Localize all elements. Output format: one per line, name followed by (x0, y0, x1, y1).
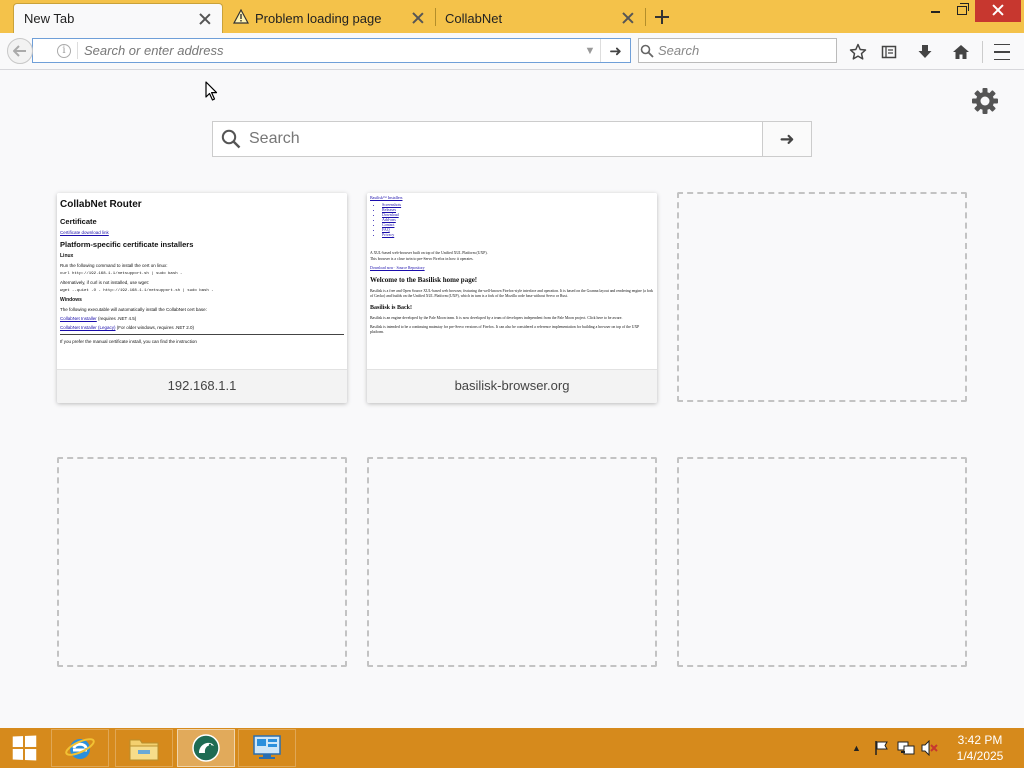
taskbar: ▲ 3:42 PM 1/4/2025 (0, 728, 1024, 768)
thumb-link: Basilisk™ Installers (370, 195, 403, 200)
file-explorer-icon (129, 739, 159, 761)
tab-close-icon[interactable] (621, 11, 635, 25)
thumb-code: curl http://192.168.1.1/netsupport.sh | … (60, 272, 183, 276)
navigation-toolbar: i ▼ ➜ (0, 33, 1024, 70)
search-icon (639, 44, 654, 58)
newtab-search-input[interactable] (249, 122, 762, 156)
empty-tile-slot (677, 192, 967, 402)
thumb-heading: Linux (60, 253, 74, 259)
tab-label: CollabNet (445, 10, 503, 26)
thumb-text: (For older windows, requires .NET 2.0) (116, 325, 194, 330)
basilisk-icon (192, 734, 220, 762)
mouse-cursor-icon (205, 81, 219, 101)
tab-collabnet[interactable]: CollabNet (435, 3, 645, 33)
thumb-text: The following executable will automatica… (60, 307, 207, 312)
tile-title: 192.168.1.1 (57, 369, 347, 403)
url-input[interactable] (78, 43, 580, 58)
empty-tile-slot (57, 457, 347, 667)
search-go-button[interactable]: ➜ (762, 122, 811, 156)
thumb-heading: Windows (60, 297, 82, 303)
tab-problem-loading[interactable]: Problem loading page (223, 3, 435, 33)
thumb-title: CollabNet Router (60, 199, 142, 210)
taskbar-app-file-explorer[interactable] (115, 729, 173, 767)
thumb-code: wget --quiet -O - http://192.168.1.1/net… (60, 289, 214, 293)
top-site-tile[interactable]: CollabNet Router Certificate Certificate… (57, 193, 347, 403)
download-icon[interactable] (914, 41, 936, 63)
thumb-text: Basilisk is an engine developed by the P… (370, 316, 623, 320)
back-button[interactable] (7, 38, 33, 64)
go-arrow-icon[interactable]: ➜ (600, 39, 630, 62)
network-icon[interactable] (897, 740, 915, 759)
search-icon (213, 122, 249, 156)
toolbar-separator (982, 41, 983, 63)
thumb-text: Alternatively, if curl is not installed,… (60, 280, 149, 285)
taskbar-app-remote-desktop[interactable] (238, 729, 296, 767)
start-button[interactable] (0, 728, 48, 768)
internet-explorer-icon (65, 738, 95, 759)
thumb-nav-list: Screenshots Releases Download Add-ons Co… (382, 202, 654, 237)
search-input[interactable] (654, 43, 836, 58)
thumb-link: Certificate download link (60, 230, 109, 235)
remote-desktop-icon (253, 735, 281, 759)
clock[interactable]: 3:42 PM 1/4/2025 (950, 732, 1010, 764)
thumb-nav-item: Privacy (382, 232, 654, 237)
tray-expand-icon[interactable]: ▲ (852, 743, 861, 753)
bookmark-star-icon[interactable] (847, 41, 869, 63)
back-arrow-icon (13, 45, 26, 57)
tile-thumbnail: Basilisk™ Installers Screenshots Release… (367, 193, 657, 369)
gear-icon[interactable] (970, 86, 1000, 116)
minimize-button[interactable] (920, 0, 950, 22)
new-tab-button[interactable] (650, 6, 674, 28)
tab-close-icon[interactable] (411, 11, 425, 25)
thumb-link: CollabNet Installer (60, 316, 97, 321)
clock-date: 1/4/2025 (956, 749, 1004, 763)
thumb-divider (60, 334, 344, 335)
restore-button[interactable] (947, 0, 977, 22)
thumb-link: Download now · Source Repository (370, 266, 425, 270)
windows-logo-icon (12, 735, 37, 761)
thumb-text: A XUL-based web-browser built on top of … (370, 251, 488, 255)
newtab-search-box[interactable]: ➜ (212, 121, 812, 157)
thumb-text: Run the following command to install the… (60, 263, 168, 268)
taskbar-app-basilisk[interactable] (177, 729, 235, 767)
close-window-button[interactable] (975, 0, 1021, 22)
tile-thumbnail: CollabNet Router Certificate Certificate… (57, 193, 347, 369)
thumb-text: Basilisk is intended to be a continuing … (370, 325, 640, 334)
taskbar-app-internet-explorer[interactable] (51, 729, 109, 767)
tab-label: Problem loading page (255, 10, 382, 26)
tab-new-tab[interactable]: New Tab (13, 3, 223, 33)
url-bar[interactable]: i ▼ ➜ (32, 38, 631, 63)
thumb-heading: Certificate (60, 217, 97, 226)
empty-tile-slot (367, 457, 657, 667)
thumb-text: (requires .NET 4.5) (98, 316, 137, 321)
warning-icon (232, 8, 250, 27)
action-center-flag-icon[interactable] (874, 740, 890, 759)
thumb-text: If you prefer the manual certificate ins… (60, 339, 197, 344)
tab-separator (645, 8, 646, 26)
home-icon[interactable] (950, 41, 972, 63)
volume-muted-icon[interactable] (921, 739, 939, 759)
tab-label: New Tab (24, 11, 75, 26)
search-bar[interactable] (638, 38, 837, 63)
tab-close-icon[interactable] (198, 12, 212, 26)
hamburger-menu-icon[interactable] (991, 41, 1013, 63)
thumb-heading: Basilisk is Back! (370, 305, 413, 311)
thumb-text: Basilisk is a free and Open Source XUL-b… (370, 289, 654, 298)
thumb-link: CollabNet Installer (Legacy) (60, 325, 116, 330)
tab-strip: New Tab Problem loading page CollabNet (0, 0, 1024, 33)
info-icon[interactable]: i (57, 43, 71, 58)
clock-time: 3:42 PM (957, 733, 1003, 747)
reading-list-icon[interactable] (878, 41, 900, 63)
empty-tile-slot (677, 457, 967, 667)
chevron-down-icon[interactable]: ▼ (580, 45, 600, 57)
thumb-text: This browser is a close twin to pre-Serv… (370, 257, 474, 261)
top-site-tile[interactable]: Basilisk™ Installers Screenshots Release… (367, 193, 657, 403)
thumb-heading: Platform-specific certificate installers (60, 240, 194, 249)
tile-title: basilisk-browser.org (367, 369, 657, 403)
thumb-heading: Welcome to the Basilisk home page! (370, 276, 478, 284)
